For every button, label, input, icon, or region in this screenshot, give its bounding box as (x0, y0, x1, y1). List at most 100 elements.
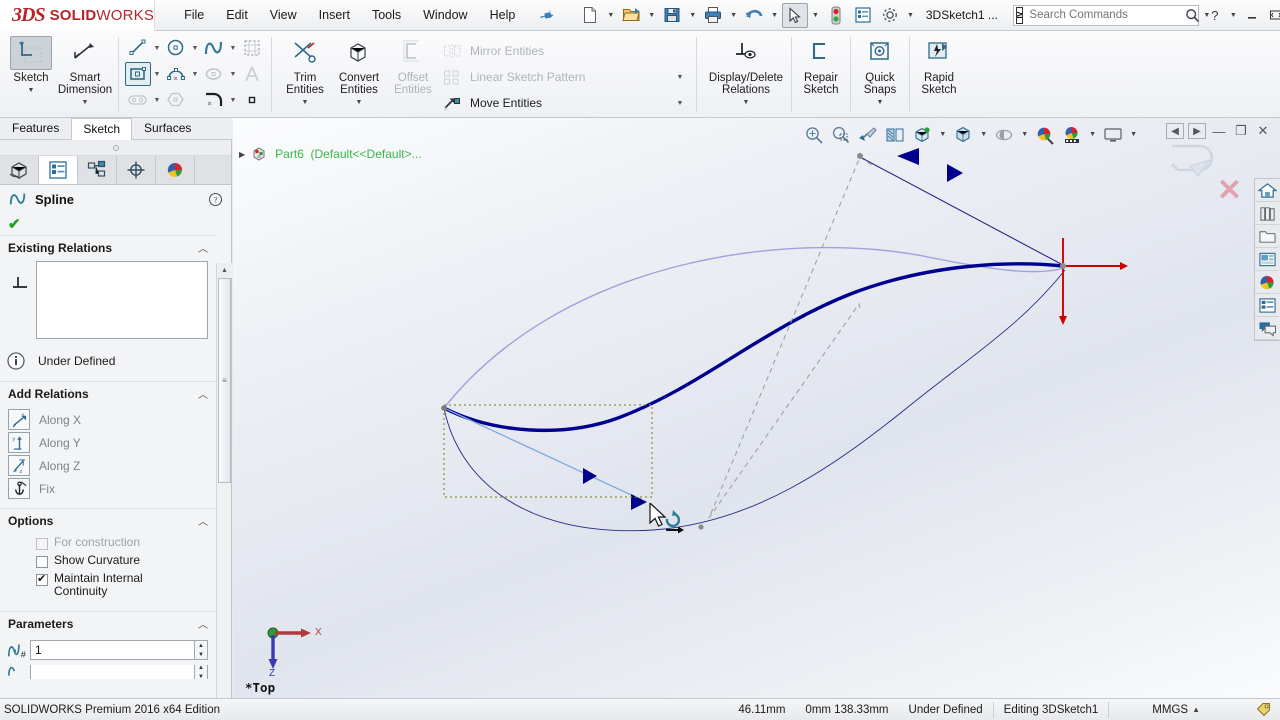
menu-item-insert[interactable]: Insert (308, 4, 361, 26)
save-button[interactable] (659, 3, 685, 28)
scroll-up-arrow-icon[interactable]: ▲ (217, 263, 232, 278)
text-icon[interactable] (239, 62, 265, 86)
stepper-up-icon-2[interactable]: ▲ (195, 665, 207, 672)
menu-item-edit[interactable]: Edit (215, 4, 259, 26)
menu-item-help[interactable]: Help (479, 4, 527, 26)
tangency-handle-line[interactable] (443, 407, 643, 501)
sketch-button[interactable]: Sketch ▼ (4, 31, 58, 111)
rectangle-caret-icon[interactable]: ▼ (151, 71, 163, 78)
property-manager-tab[interactable] (39, 156, 78, 184)
arc-icon[interactable] (163, 62, 189, 86)
sketch-fillet-grid-icon[interactable] (239, 36, 265, 60)
new-document-button[interactable] (577, 3, 603, 28)
smart-dimension-dropdown-caret-icon[interactable]: ▼ (82, 99, 89, 106)
circle-caret-icon[interactable]: ▼ (189, 45, 201, 52)
options-list-button[interactable] (850, 3, 876, 28)
print-button[interactable] (700, 3, 726, 28)
tangency-handle-arrow-3[interactable] (897, 148, 919, 165)
smart-dimension-button[interactable]: Smart Dimension ▼ (58, 31, 112, 111)
linear-pattern-caret-icon[interactable]: ▼ (674, 74, 686, 81)
stepper-down-icon-2[interactable]: ▼ (195, 672, 207, 680)
design-library-button[interactable] (1255, 202, 1279, 225)
settings-caret-icon[interactable]: ▼ (904, 12, 917, 19)
show-curvature-checkbox[interactable] (36, 556, 48, 568)
display-manager-tab[interactable] (156, 156, 195, 184)
spline-control-point-bottom[interactable] (698, 524, 704, 530)
search-input[interactable] (1027, 8, 1186, 22)
line-icon[interactable] (125, 36, 151, 60)
tangency-handle-arrow-4[interactable] (947, 164, 963, 182)
appearances-button[interactable] (1255, 271, 1279, 294)
section-existing-relations-header[interactable]: Existing Relations ︿ (0, 235, 216, 259)
section-add-relations-header[interactable]: Add Relations ︿ (0, 381, 216, 405)
maintain-internal-continuity-checkbox[interactable] (36, 572, 48, 586)
arc-caret-icon[interactable]: ▼ (189, 71, 201, 78)
units-caret-icon[interactable]: ▲ (1192, 705, 1256, 714)
convert-entities-button[interactable]: Convert Entities ▼ (332, 31, 386, 111)
existing-relations-list[interactable] (36, 261, 208, 339)
upper-spline[interactable] (443, 246, 1064, 409)
slot-icon[interactable] (125, 88, 151, 112)
panel-handle[interactable] (0, 140, 231, 156)
open-document-caret-icon[interactable]: ▼ (645, 12, 658, 19)
repair-sketch-button[interactable]: Repair Sketch (794, 31, 848, 111)
along-x-button[interactable]: x (8, 409, 30, 430)
ellipse-caret-icon[interactable]: ▼ (227, 71, 239, 78)
custom-properties-button[interactable] (1255, 294, 1279, 317)
display-delete-relations-button[interactable]: Display/Delete Relations ▼ (703, 31, 789, 111)
chevron-up-icon-4[interactable]: ︿ (198, 616, 208, 631)
spline-point-number-stepper[interactable]: ▲ ▼ (195, 640, 208, 660)
new-document-caret-icon[interactable]: ▼ (604, 12, 617, 19)
print-caret-icon[interactable]: ▼ (727, 12, 740, 19)
fix-button[interactable] (8, 478, 30, 499)
save-caret-icon[interactable]: ▼ (686, 12, 699, 19)
sketch-dropdown-caret-icon[interactable]: ▼ (28, 87, 35, 94)
section-parameters-header[interactable]: Parameters ︿ (0, 611, 216, 635)
along-y-button[interactable]: y (8, 432, 30, 453)
menu-item-file[interactable]: File (173, 4, 215, 26)
lower-spline[interactable] (443, 269, 1066, 532)
line-caret-icon[interactable]: ▼ (151, 45, 163, 52)
design-library-home-button[interactable] (1255, 179, 1279, 202)
quick-snaps-caret-icon[interactable]: ▼ (877, 99, 884, 106)
trim-entities-dropdown-caret-icon[interactable]: ▼ (302, 99, 309, 106)
rebuild-button[interactable] (823, 3, 849, 28)
chevron-up-icon-3[interactable]: ︿ (198, 513, 208, 528)
stepper-down-icon[interactable]: ▼ (195, 650, 207, 659)
convert-entities-dropdown-caret-icon[interactable]: ▼ (356, 99, 363, 106)
menu-item-window[interactable]: Window (412, 4, 478, 26)
file-explorer-button[interactable] (1255, 225, 1279, 248)
configuration-manager-tab[interactable] (78, 156, 117, 184)
undo-button[interactable] (741, 3, 767, 28)
tab-sketch[interactable]: Sketch (71, 118, 133, 140)
menu-item-tools[interactable]: Tools (361, 4, 412, 26)
move-entities-button[interactable]: Move Entities ▼ (440, 90, 690, 116)
tangency-handle-arrow-2[interactable] (631, 494, 647, 510)
scrollbar-thumb[interactable]: ≡ (218, 278, 231, 483)
search-commands-box[interactable]: ≥ ▼ (1012, 4, 1210, 26)
graphics-area[interactable]: ▶ Part6 (Default<<Default>... ▼ ▼ ▼ ▼ ▼ … (233, 118, 1280, 698)
chevron-up-icon[interactable]: ︿ (198, 240, 208, 255)
spline-x-coordinate-field[interactable] (30, 665, 195, 679)
help-question-icon[interactable]: ? (208, 192, 223, 207)
fillet-caret-icon[interactable]: ▼ (227, 97, 239, 104)
stepper-up-icon[interactable]: ▲ (195, 641, 207, 650)
quick-snaps-button[interactable]: Quick Snaps ▼ (853, 31, 907, 111)
origin-point[interactable] (1060, 263, 1066, 269)
open-document-button[interactable] (618, 3, 644, 28)
section-options-header[interactable]: Options ︿ (0, 508, 216, 532)
units-value[interactable]: MMGS (1142, 702, 1192, 718)
menu-item-view[interactable]: View (259, 4, 308, 26)
feature-manager-tab[interactable] (0, 156, 39, 184)
ellipse-icon[interactable] (201, 62, 227, 86)
polygon-icon[interactable] (163, 88, 189, 112)
select-caret-icon[interactable]: ▼ (809, 12, 822, 19)
tag-icon[interactable] (1256, 702, 1280, 717)
for-construction-checkbox[interactable] (36, 538, 48, 550)
spline-point-number-field[interactable] (30, 640, 195, 660)
display-delete-relations-caret-icon[interactable]: ▼ (743, 99, 750, 106)
spline-control-point-top[interactable] (857, 153, 863, 159)
point-icon[interactable] (239, 88, 265, 112)
spline-caret-icon[interactable]: ▼ (227, 45, 239, 52)
gear-icon[interactable] (877, 3, 903, 28)
